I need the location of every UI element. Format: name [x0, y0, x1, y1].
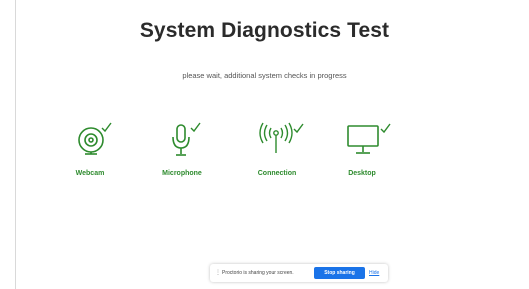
check-desktop: Desktop [332, 120, 422, 182]
page-title: System Diagnostics Test [139, 19, 390, 42]
check-label-connection: Connection [257, 170, 297, 177]
hide-link[interactable]: Hide [369, 270, 379, 276]
stop-sharing-button[interactable]: Stop sharing [314, 267, 365, 279]
check-label-desktop: Desktop [348, 170, 376, 177]
check-microphone: Microphone [150, 120, 240, 182]
check-label-webcam: Webcam [75, 170, 105, 177]
share-message: Proctorio is sharing your screen. [222, 270, 294, 276]
desktop-icon [347, 123, 391, 154]
window-edge [15, 0, 16, 289]
check-label-microphone: Microphone [162, 170, 202, 177]
screen-share-bar: ⋮ Proctorio is sharing your screen. Stop… [210, 264, 388, 282]
webcam-icon [78, 122, 112, 155]
microphone-icon [172, 122, 201, 156]
drag-handle-icon[interactable]: ⋮ [215, 269, 221, 276]
status-message: please wait, additional system checks in… [182, 71, 347, 80]
check-connection: Connection [245, 120, 335, 182]
connection-icon [259, 122, 304, 153]
check-webcam: Webcam [60, 120, 150, 182]
